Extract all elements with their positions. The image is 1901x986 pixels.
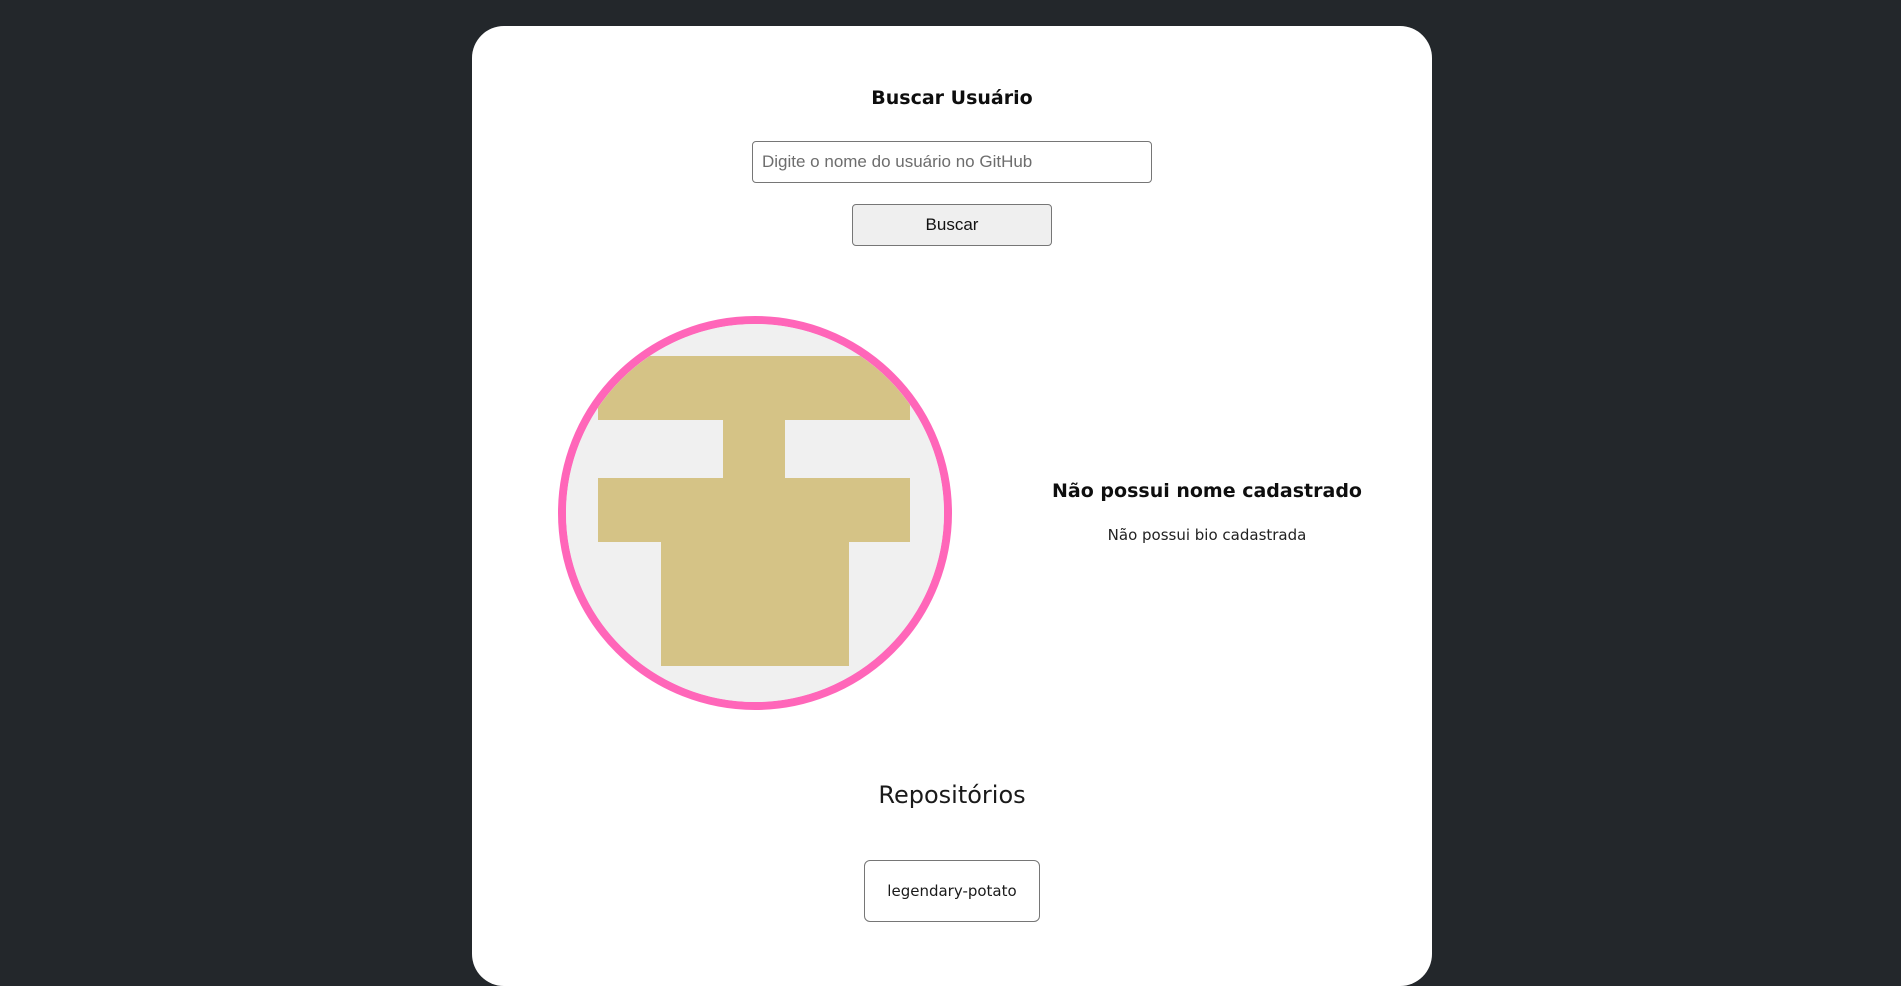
- search-input[interactable]: [752, 141, 1152, 183]
- user-name: Não possui nome cadastrado: [1052, 480, 1362, 502]
- repositories-title: Repositórios: [878, 781, 1026, 809]
- main-card: Buscar Usuário Buscar Não possui nome ca…: [472, 26, 1432, 986]
- identicon-avatar-icon: [566, 324, 944, 702]
- user-bio: Não possui bio cadastrada: [1107, 526, 1307, 544]
- repository-item[interactable]: legendary-potato: [864, 860, 1040, 922]
- search-button[interactable]: Buscar: [852, 204, 1052, 246]
- search-title: Buscar Usuário: [871, 87, 1033, 109]
- avatar: [558, 316, 952, 710]
